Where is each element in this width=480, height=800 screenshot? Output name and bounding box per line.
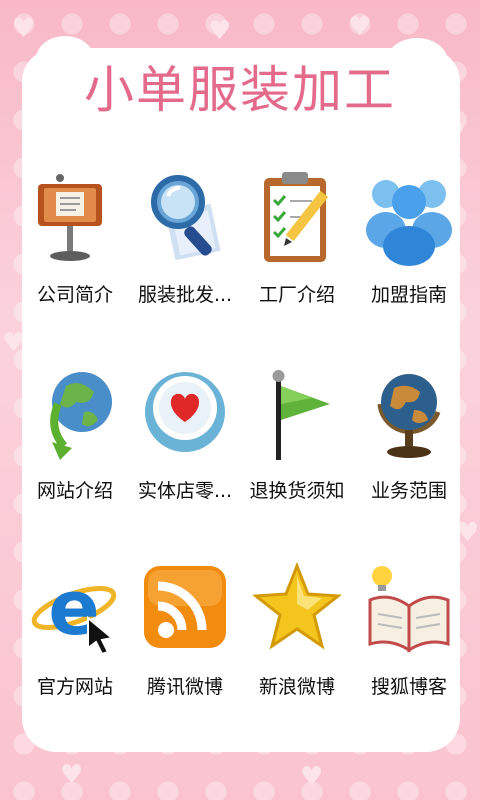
heart-decoration-icon: ♥ [60,760,84,790]
menu-item-clothing-wholesale[interactable]: 服装批发... [126,168,244,318]
clipboard-checklist-icon [264,172,329,262]
rss-feed-icon [144,566,226,648]
menu-item-label: 搜狐博客 [370,676,447,698]
heart-decoration-icon: ♥ [300,762,324,792]
desk-globe-icon [377,374,441,458]
page-title: 小单服装加工 [84,61,396,119]
heart-decoration-icon: ♥ [208,16,232,46]
open-book-lightbulb-icon [368,566,450,653]
heart-decoration-icon: ♥ [348,12,372,42]
menu-item-factory-intro[interactable]: 工厂介绍 [238,168,356,318]
menu-item-franchise-guide[interactable]: 加盟指南 [350,168,468,318]
green-flag-icon [272,370,330,460]
heart-decoration-icon: ♥ [12,14,36,44]
internet-explorer-icon: e [31,563,117,656]
menu-item-return-policy[interactable]: 退换货须知 [238,364,356,514]
star-icon [252,561,342,650]
people-group-icon [366,180,452,266]
menu-item-business-scope[interactable]: 业务范围 [350,364,468,514]
menu-item-sina-weibo[interactable]: 新浪微博 [238,560,356,710]
menu-item-tencent-weibo[interactable]: 腾讯微博 [126,560,244,710]
globe-arrow-icon [50,372,112,460]
presentation-lectern-icon [38,174,102,261]
magnifier-icon [151,175,221,261]
heart-button-icon [145,372,225,452]
menu-item-label: 业务范围 [370,480,447,502]
menu-item-label: 加盟指南 [370,284,447,306]
menu-item-sohu-blog[interactable]: 搜狐博客 [350,560,468,710]
menu-item-retail-store[interactable]: 实体店零... [126,364,244,514]
